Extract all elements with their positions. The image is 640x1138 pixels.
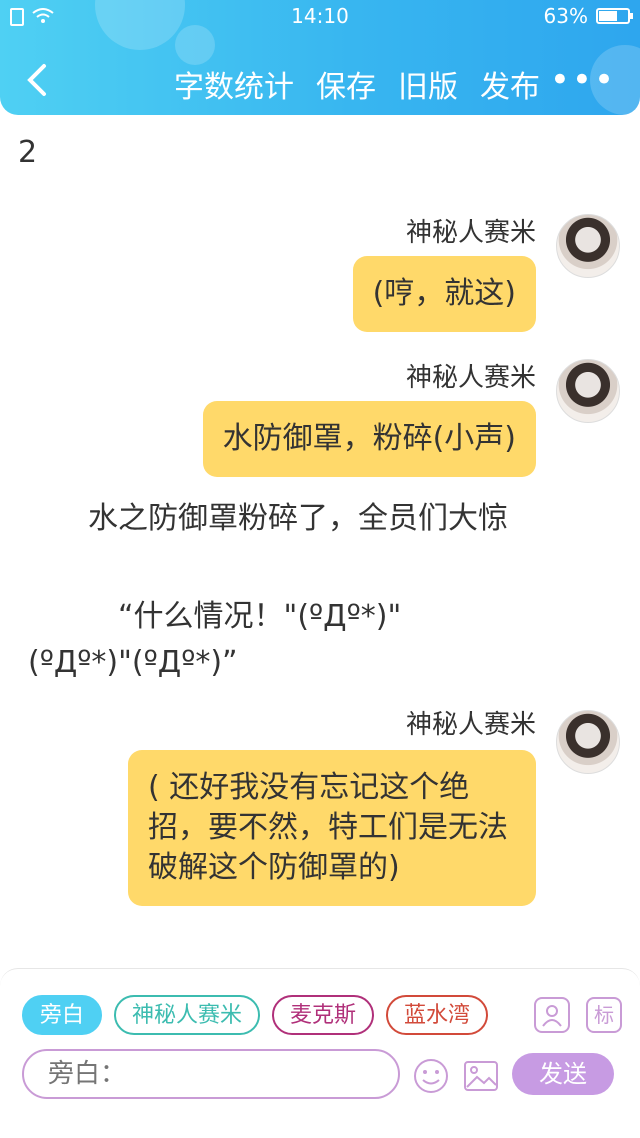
- back-icon[interactable]: [22, 60, 52, 100]
- speaker-name: 神秘人赛米: [405, 363, 536, 393]
- chat-message: 神秘人赛米 (哼，就这): [20, 210, 620, 340]
- battery-percent: 63%: [543, 4, 588, 28]
- narration-text: 水之防御罩粉碎了，全员们大惊: [28, 501, 508, 536]
- role-chip-narrator[interactable]: 旁白: [22, 995, 103, 1035]
- emoji-icon[interactable]: [412, 1057, 450, 1095]
- role-chip-max[interactable]: 麦克斯: [272, 995, 375, 1035]
- add-character-icon[interactable]: [534, 997, 570, 1033]
- speaker-name: 神秘人赛米: [405, 710, 536, 740]
- battery-icon: [596, 8, 633, 24]
- image-icon[interactable]: [462, 1057, 500, 1095]
- message-bubble: 水防御罩，粉碎(小声): [202, 401, 536, 477]
- more-icon[interactable]: •••: [550, 60, 616, 100]
- chapter-number: 2: [18, 135, 38, 170]
- avatar[interactable]: [556, 710, 620, 774]
- send-button[interactable]: 发送: [512, 1053, 614, 1095]
- message-input[interactable]: [22, 1049, 400, 1099]
- word-count-button[interactable]: 字数统计: [174, 62, 294, 106]
- top-bar: 14:10 63% 字数统计 保存 旧版 发布 •••: [0, 0, 640, 115]
- avatar[interactable]: [556, 359, 620, 423]
- role-chip-sami[interactable]: 神秘人赛米: [114, 995, 261, 1035]
- nav-bar: 字数统计 保存 旧版 发布 •••: [0, 48, 640, 108]
- message-bubble: (哼，就这): [352, 256, 536, 332]
- role-chips: 旁白 神秘人赛米 麦克斯 蓝水湾: [22, 995, 489, 1035]
- save-button[interactable]: 保存: [316, 62, 376, 106]
- avatar[interactable]: [556, 214, 620, 278]
- tag-button[interactable]: 标: [586, 997, 622, 1033]
- role-chip-lanshuiwan[interactable]: 蓝水湾: [386, 995, 489, 1035]
- status-bar: 14:10 63%: [0, 0, 640, 32]
- speaker-name: 神秘人赛米: [405, 218, 536, 248]
- chat-message: 神秘人赛米 ( 还好我没有忘记这个绝招，要不然，特工们是无法破解这个防御罩的): [20, 702, 620, 952]
- message-bubble: ( 还好我没有忘记这个绝招，要不然，特工们是无法破解这个防御罩的): [128, 750, 536, 906]
- publish-button[interactable]: 发布: [480, 62, 540, 106]
- composer: 旁白 神秘人赛米 麦克斯 蓝水湾 标 发送: [0, 968, 640, 1138]
- old-version-button[interactable]: 旧版: [398, 62, 458, 106]
- narration-text: “什么情况！"(ºДº*)"(ºДº*)"(ºДº*)”: [28, 599, 402, 680]
- chat-message: 神秘人赛米 水防御罩，粉碎(小声): [20, 355, 620, 485]
